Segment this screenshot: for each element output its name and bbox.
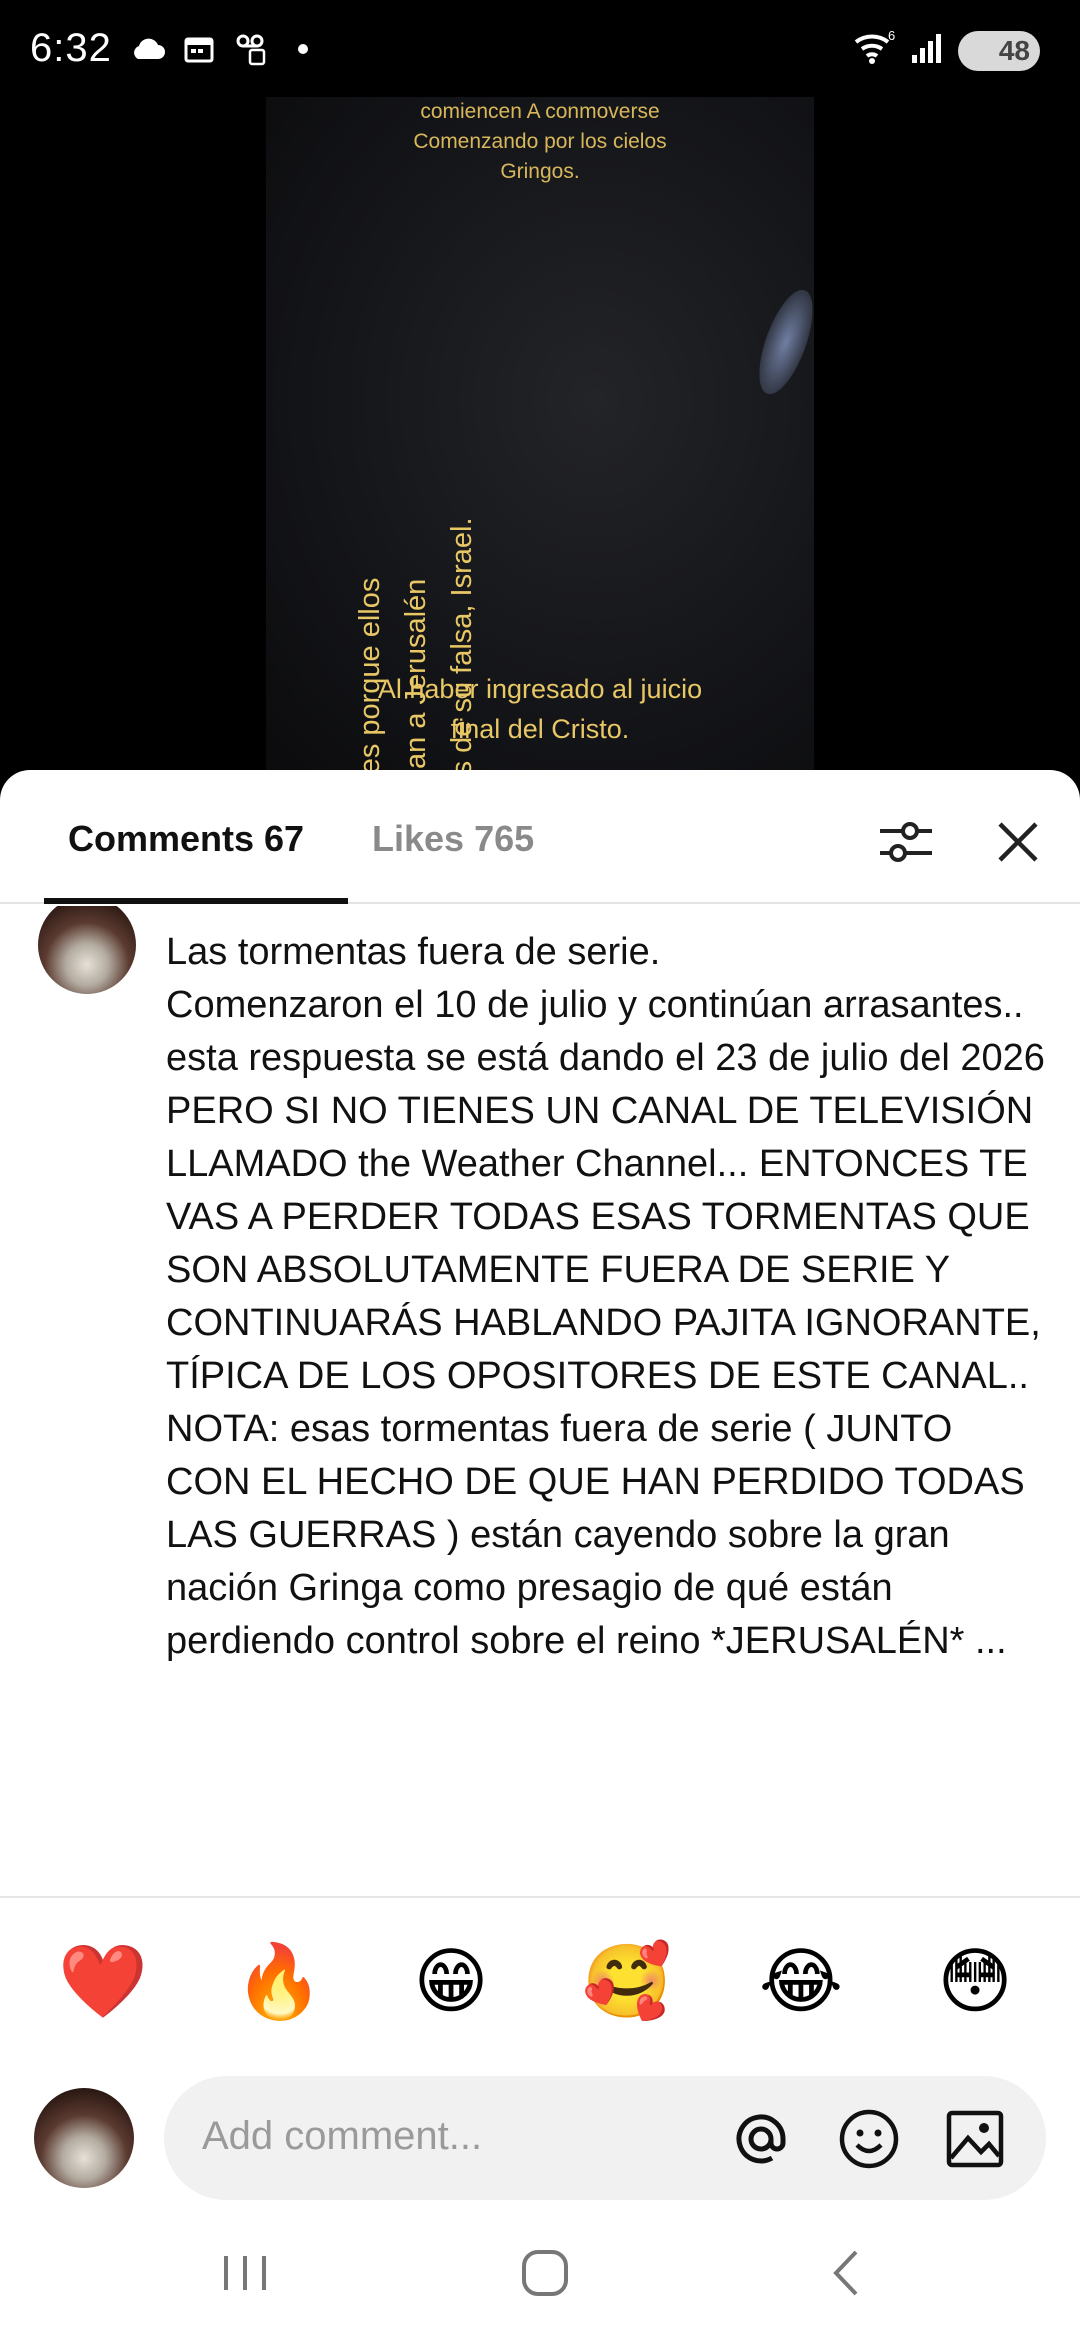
tab-label: Comments — [68, 818, 255, 859]
video-glow — [748, 283, 814, 401]
filter-icon — [880, 822, 932, 862]
home-icon — [522, 2250, 568, 2296]
at-icon — [736, 2114, 786, 2164]
image-icon — [946, 2110, 1004, 2168]
svg-text:6: 6 — [888, 30, 895, 43]
video-caption-line: final del Cristo. — [450, 714, 630, 744]
recent-apps-button[interactable] — [210, 2238, 280, 2308]
close-button[interactable] — [990, 814, 1046, 870]
image-attach-button[interactable] — [944, 2108, 1006, 2170]
emoji-quick-reactions: ❤️ 🔥 😁 🥰 😂 😳 — [0, 1938, 1080, 2038]
tab-comments[interactable]: Comments 67 — [68, 818, 304, 860]
mention-button[interactable] — [730, 2108, 792, 2170]
avatar — [34, 2088, 134, 2188]
tab-label: Likes — [372, 818, 465, 859]
battery-icon: 48 — [958, 30, 1040, 71]
wifi-icon: 6 — [852, 28, 896, 71]
signal-icon — [910, 31, 944, 70]
emoji-heart-button[interactable]: ❤️ — [58, 1938, 148, 2024]
video-caption-bottom: Al haber ingresado al juicio final del C… — [266, 669, 814, 749]
video-caption-top: comiencen A conmoverse Comenzando por lo… — [266, 97, 814, 187]
close-icon — [998, 822, 1038, 862]
recent-apps-icon — [224, 2256, 266, 2290]
back-icon — [833, 2250, 858, 2296]
dot-icon — [284, 30, 322, 68]
tab-count: 67 — [264, 818, 305, 859]
video-caption-line: Al haber ingresado al juicio — [377, 674, 703, 704]
video-caption-line: Comenzando por los cielos — [413, 130, 667, 153]
comment-input-placeholder: Add comment... — [202, 2114, 483, 2158]
voicemail-icon — [232, 30, 270, 68]
cloud-icon — [128, 30, 166, 68]
video-caption-line: Gringos. — [500, 160, 580, 183]
tab-likes[interactable]: Likes 765 — [372, 818, 534, 860]
active-tab-indicator — [44, 898, 348, 904]
comment-list[interactable]: Las tormentas fuera de serie. Comenzaron… — [0, 906, 1080, 1938]
status-right: 6 48 — [852, 28, 1040, 71]
video-caption-line: comiencen A conmoverse — [420, 100, 660, 123]
emoji-fire-button[interactable]: 🔥 — [234, 1938, 324, 2024]
tabs-bar: Comments 67 Likes 765 — [0, 770, 1080, 904]
system-nav-bar — [0, 2200, 1080, 2340]
emoji-picker-button[interactable] — [838, 2108, 900, 2170]
filter-button[interactable] — [876, 814, 936, 870]
emoji-love-button[interactable]: 🥰 — [582, 1938, 672, 2024]
comment-input[interactable]: Add comment... — [164, 2076, 1046, 2200]
avatar[interactable] — [38, 906, 136, 994]
status-bar: 6:32 6 48 — [0, 0, 1080, 100]
calendar-icon — [180, 30, 218, 68]
tab-count: 765 — [474, 818, 535, 859]
emoji-laugh-button[interactable]: 😂 — [758, 1938, 844, 2024]
comment-input-row: Add comment... — [0, 2070, 1080, 2200]
emoji-flushed-button[interactable]: 😳 — [932, 1938, 1018, 2024]
divider — [0, 1896, 1080, 1898]
battery-level: 48 — [998, 34, 1030, 66]
home-button[interactable] — [510, 2238, 580, 2308]
emoji-grin-button[interactable]: 😁 — [408, 1938, 494, 2024]
back-button[interactable] — [812, 2238, 882, 2308]
status-time: 6:32 — [30, 26, 112, 70]
smiley-icon — [839, 2109, 899, 2169]
comments-sheet: Comments 67 Likes 765 Las tormentas fuera … — [0, 770, 1080, 2340]
comment-text: Las tormentas fuera de serie. Comenzaron… — [166, 931, 1045, 1662]
status-left-icons — [128, 30, 322, 68]
video-player[interactable]: comiencen A conmoverse Comenzando por lo… — [266, 97, 814, 773]
